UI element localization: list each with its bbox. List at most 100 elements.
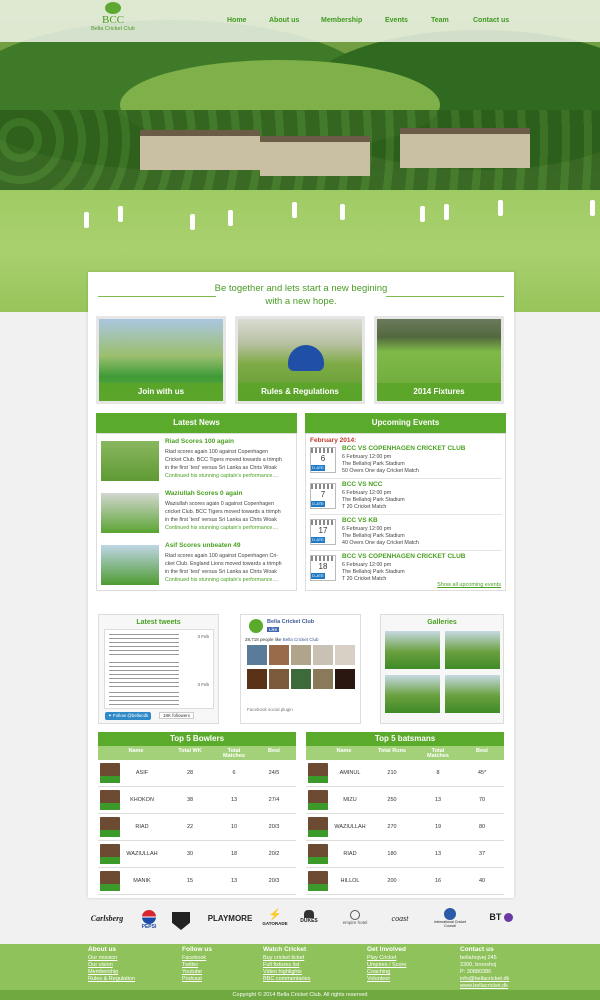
footer-link[interactable]: Umpires / Score	[367, 962, 467, 969]
player-avatar	[100, 844, 120, 864]
event-item[interactable]: 17 D-ATE BCC VS KB 6 February 12:00 pm Th…	[310, 517, 502, 551]
footer-link[interactable]: Coaching	[367, 969, 467, 976]
fan-avatar[interactable]	[313, 645, 333, 665]
col-best: Best	[268, 748, 280, 754]
news-item[interactable]: Riad Scores 100 again Riad scores again …	[101, 438, 294, 485]
nav-home[interactable]: Home	[227, 17, 246, 24]
stat: 38	[186, 797, 194, 803]
player-name: WAZIULLAH	[334, 824, 366, 830]
event-title[interactable]: BCC VS COPENHAGEN CRICKET CLUB	[342, 553, 466, 560]
contact-website[interactable]: www.bellacricket.dk	[460, 983, 560, 990]
like-count: 28,718 people like	[245, 637, 282, 642]
icc-logo-icon	[444, 908, 456, 920]
footer-link[interactable]: BBC commentaries	[263, 976, 363, 983]
table-row: HILLOL 200 16 40	[306, 868, 504, 895]
footer-link[interactable]: Membership	[88, 969, 188, 976]
sponsor-bt[interactable]: BT	[486, 912, 516, 923]
footer-link[interactable]: Our mission	[88, 955, 188, 962]
stat: 45*	[477, 770, 487, 776]
sponsor-pepsi-label: PEPSI	[141, 924, 157, 930]
sponsor-coast[interactable]: coast	[386, 914, 414, 923]
stat: 24/5	[268, 770, 280, 776]
sponsor-gatorade[interactable]: ⚡ GATORADE	[262, 910, 288, 927]
gallery-photo[interactable]	[445, 631, 500, 669]
player-avatar	[308, 844, 328, 864]
footer-link[interactable]: Buy cricket ticket	[263, 955, 363, 962]
player	[444, 204, 449, 220]
player-name: AMINUL	[339, 770, 361, 776]
footer-link[interactable]: Rules & Regulation	[88, 976, 188, 983]
fan-avatar[interactable]	[269, 669, 289, 689]
batsmen-table: AMINUL 210 8 45* MIZU 250 13 70 WAZIULLAH 270 19…	[306, 760, 504, 898]
event-title[interactable]: BCC VS KB	[342, 517, 378, 524]
footer-link[interactable]: Video highlights	[263, 969, 363, 976]
footer-watch: Watch Cricket Buy cricket ticket Full fi…	[263, 946, 363, 983]
event-item[interactable]: 7 D-ATE BCC VS NCC 6 February 12:00 pm Th…	[310, 481, 502, 515]
footer: About us Our mission Our vision Membersh…	[0, 944, 600, 990]
facebook-page-name[interactable]: Bella Cricket Club	[267, 619, 314, 625]
tile-rules[interactable]: Rules & Regulations	[235, 316, 365, 404]
news-title[interactable]: Asif Scores unbeaten 49	[165, 542, 241, 549]
nav-about-us[interactable]: About us	[269, 17, 299, 24]
footer-link[interactable]: Volunteer	[367, 976, 467, 983]
contact-email[interactable]: info@bellacricket.dk	[460, 976, 560, 983]
fan-avatar[interactable]	[291, 645, 311, 665]
news-line: Cricket Club. BCC Tigers moved towards a…	[165, 457, 282, 463]
contact-address: bellahojvej 245	[460, 955, 497, 961]
sponsor-dukes[interactable]: DUKES	[296, 910, 322, 924]
nav-contact-us[interactable]: Contact us	[473, 17, 509, 24]
fan-avatar[interactable]	[291, 669, 311, 689]
footer-link[interactable]: Our vision	[88, 962, 188, 969]
event-title[interactable]: BCC VS COPENHAGEN CRICKET CLUB	[342, 445, 466, 452]
tweet-text	[109, 662, 179, 688]
fan-avatar[interactable]	[313, 669, 333, 689]
nav-events[interactable]: Events	[385, 17, 408, 24]
news-more-link[interactable]: Continued his stunning captain’s perform…	[165, 576, 295, 584]
news-title[interactable]: Riad Scores 100 again	[165, 438, 234, 445]
news-more-link[interactable]: Continued his stunning captain’s perform…	[165, 524, 295, 532]
news-item[interactable]: Waziullah Scores 0 again Waziullah score…	[101, 490, 294, 537]
show-all-events-link[interactable]: Show all upcoming events	[437, 582, 501, 588]
footer-link[interactable]: Full fixtures list	[263, 962, 363, 969]
site-logo[interactable]: BCC Bella Cricket Club	[88, 2, 138, 42]
sponsor-pepsi[interactable]: PEPSI	[136, 910, 162, 930]
gallery-photo[interactable]	[385, 675, 440, 713]
sponsor-icc[interactable]: International Cricket Council	[430, 908, 470, 928]
news-item[interactable]: Asif Scores unbeaten 49 Riad scores agai…	[101, 542, 294, 589]
nav-membership[interactable]: Membership	[321, 17, 362, 24]
tile-fixtures[interactable]: 2014 Fixtures	[374, 316, 504, 404]
news-body: Riad scores again 100 against Copenhagen…	[165, 552, 295, 584]
news-more-link[interactable]: Continued his stunning captain’s perform…	[165, 472, 295, 480]
event-title[interactable]: BCC VS NCC	[342, 481, 382, 488]
event-day: 18	[318, 562, 328, 571]
sponsor-empire-hotel[interactable]: empire hotel	[338, 910, 372, 925]
fan-avatar[interactable]	[335, 645, 355, 665]
sponsor-playmore[interactable]: PLAYMORE	[206, 914, 254, 923]
contact-phone: P: 30880386	[460, 969, 492, 975]
tweet-feed[interactable]: 3 Feb 3 Feb	[104, 629, 214, 709]
twitter-follow-button[interactable]: ✦ Follow @bellacdk	[105, 712, 152, 720]
like-count-link[interactable]: Bella Cricket Club	[283, 637, 319, 642]
gallery-photo[interactable]	[445, 675, 500, 713]
news-thumb	[101, 545, 159, 585]
footer-link[interactable]: Play Cricket	[367, 955, 467, 962]
fan-avatar[interactable]	[269, 645, 289, 665]
facebook-like-button[interactable]: Like	[267, 627, 280, 632]
nav-team[interactable]: Team	[431, 17, 449, 24]
event-item[interactable]: 6 D-ATE BCC VS COPENHAGEN CRICKET CLUB 6 …	[310, 445, 502, 479]
fan-avatar[interactable]	[335, 669, 355, 689]
tweets-box: Latest tweets 3 Feb 3 Feb ✦ Follow @bell…	[98, 614, 219, 724]
sponsor-shield[interactable]	[172, 912, 190, 930]
stat: 37	[478, 851, 486, 857]
news-thumb	[101, 493, 159, 533]
sponsor-carlsberg[interactable]: Carlsberg	[88, 914, 126, 923]
tile-join[interactable]: Join with us	[96, 316, 226, 404]
sponsor-empire-label: empire hotel	[342, 920, 368, 925]
fan-avatar[interactable]	[247, 669, 267, 689]
fan-avatar[interactable]	[247, 645, 267, 665]
stat: 18	[230, 851, 238, 857]
stat: 19	[434, 824, 442, 830]
news-title[interactable]: Waziullah Scores 0 again	[165, 490, 242, 497]
news-line: Riad scores again 100 against Copenhagen	[165, 449, 269, 455]
gallery-photo[interactable]	[385, 631, 440, 669]
